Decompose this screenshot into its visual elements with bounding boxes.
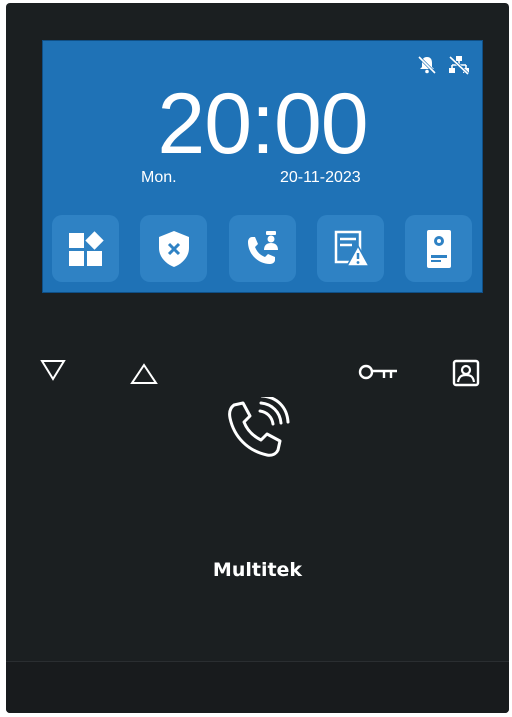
down-arrow-icon <box>40 359 66 381</box>
brand-logo: Multitek <box>212 559 303 581</box>
bell-muted-icon <box>416 55 438 75</box>
door-station-icon <box>418 228 460 270</box>
up-button[interactable] <box>130 363 158 385</box>
device-bottom-edge <box>6 661 509 713</box>
apps-grid-icon <box>65 228 107 270</box>
unlock-button[interactable] <box>358 364 398 380</box>
down-button[interactable] <box>40 359 66 381</box>
monitor-contact-icon <box>452 359 480 387</box>
door-station-tile-button[interactable] <box>405 215 472 282</box>
date-label: 20-11-2023 <box>280 169 361 186</box>
monitor-button[interactable] <box>452 359 480 387</box>
security-shield-icon <box>153 228 195 270</box>
key-unlock-icon <box>358 364 398 380</box>
up-arrow-icon <box>130 363 158 385</box>
security-tile-button[interactable] <box>140 215 207 282</box>
phone-call-icon <box>224 397 296 463</box>
guard-call-tile-button[interactable] <box>229 215 296 282</box>
alarm-tile-button[interactable] <box>317 215 384 282</box>
weekday-label: Mon. <box>141 169 177 186</box>
call-guard-icon <box>242 228 284 270</box>
clock-time: 20:00 <box>157 76 368 172</box>
alarm-warning-icon <box>330 228 372 270</box>
apps-tile-button[interactable] <box>52 215 119 282</box>
call-button[interactable] <box>224 397 296 463</box>
intercom-device: 20:00 Mon. 20-11-2023 Multitek <box>6 3 509 713</box>
display-screen: 20:00 Mon. 20-11-2023 <box>42 40 483 293</box>
status-bar <box>416 55 470 75</box>
network-disconnected-icon <box>448 55 470 75</box>
